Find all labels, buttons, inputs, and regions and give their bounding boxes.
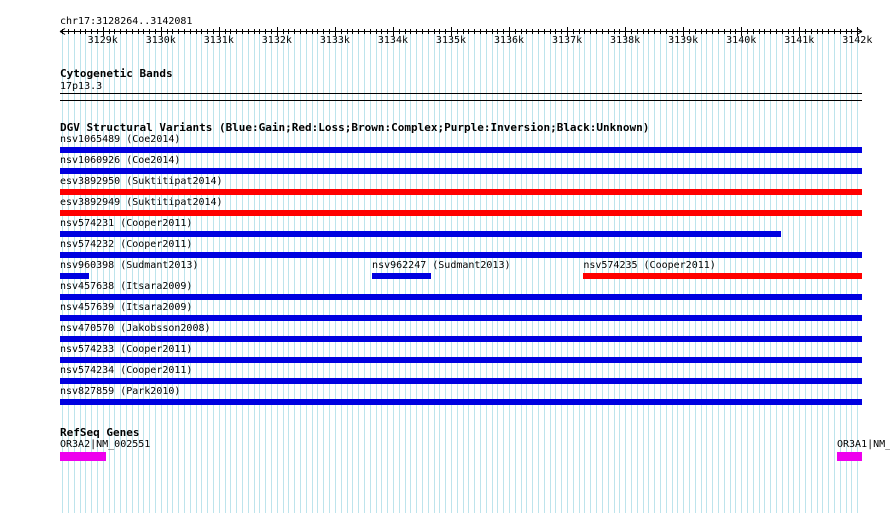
gene-bar[interactable] bbox=[836, 452, 862, 461]
variant-label[interactable]: nsv1065489 (Coe2014) bbox=[60, 134, 180, 145]
variant-bar-gain[interactable] bbox=[60, 252, 862, 258]
variant-bar-gain[interactable] bbox=[60, 147, 862, 153]
ruler-tick-label: 3140k bbox=[726, 35, 757, 46]
cytoband-track-title: Cytogenetic Bands bbox=[60, 67, 173, 80]
ruler-tick-label: 3132k bbox=[261, 35, 292, 46]
refseq-track-title: RefSeq Genes bbox=[60, 426, 140, 439]
variant-bar-loss[interactable] bbox=[60, 210, 862, 216]
gene-label[interactable]: OR3A1|NM_ bbox=[837, 439, 890, 450]
gene-label[interactable]: OR3A2|NM_002551 bbox=[60, 439, 150, 450]
variant-bar-gain[interactable] bbox=[372, 273, 432, 279]
ruler-tick-label: 3131k bbox=[203, 35, 234, 46]
ruler-tick-label: 3130k bbox=[145, 35, 176, 46]
variant-bar-gain[interactable] bbox=[60, 168, 862, 174]
ruler-tick-label: 3134k bbox=[377, 35, 408, 46]
variant-label[interactable]: nsv827859 (Park2010) bbox=[60, 386, 180, 397]
ruler-tick-label: 3142k bbox=[842, 35, 873, 46]
ruler-tick-label: 3135k bbox=[435, 35, 467, 46]
variant-bar-gain[interactable] bbox=[60, 294, 862, 300]
variant-bar-gain[interactable] bbox=[60, 378, 862, 384]
ruler-tick-label: 3138k bbox=[610, 35, 641, 46]
variant-bar-gain[interactable] bbox=[60, 273, 89, 279]
gene-bar[interactable] bbox=[60, 452, 106, 461]
ruler-tick-label: 3139k bbox=[668, 35, 699, 46]
variant-label[interactable]: nsv960398 (Sudmant2013) bbox=[60, 260, 198, 271]
variant-label[interactable]: nsv574231 (Cooper2011) bbox=[60, 218, 192, 229]
ruler-tick-label: 3133k bbox=[319, 35, 350, 46]
variant-label[interactable]: nsv470570 (Jakobsson2008) bbox=[60, 323, 211, 334]
variant-label[interactable]: nsv457638 (Itsara2009) bbox=[60, 281, 192, 292]
ruler-tick-label: 3141k bbox=[784, 35, 815, 46]
dgv-track-title: DGV Structural Variants (Blue:Gain;Red:L… bbox=[60, 121, 650, 134]
cytoband-label[interactable]: 17p13.3 bbox=[60, 81, 102, 92]
variant-bar-gain[interactable] bbox=[60, 399, 862, 405]
cytoband-bottom-line bbox=[60, 100, 862, 101]
variant-label[interactable]: nsv574233 (Cooper2011) bbox=[60, 344, 192, 355]
variant-bar-gain[interactable] bbox=[60, 315, 862, 321]
ruler-tick-label: 3137k bbox=[552, 35, 583, 46]
variant-bar-gain[interactable] bbox=[60, 357, 862, 363]
variant-label[interactable]: nsv962247 (Sudmant2013) bbox=[372, 260, 510, 271]
variant-label[interactable]: nsv1060926 (Coe2014) bbox=[60, 155, 180, 166]
variant-label[interactable]: nsv574235 (Cooper2011) bbox=[583, 260, 715, 271]
variant-label[interactable]: nsv457639 (Itsara2009) bbox=[60, 302, 192, 313]
variant-label[interactable]: nsv574234 (Cooper2011) bbox=[60, 365, 192, 376]
variant-bar-gain[interactable] bbox=[60, 231, 782, 237]
variant-bar-gain[interactable] bbox=[60, 336, 862, 342]
variant-bar-loss[interactable] bbox=[60, 189, 862, 195]
genome-browser-panel: chr17:3128264..3142081 3129k 3130k 3131k 31… bbox=[0, 0, 890, 513]
variant-label[interactable]: nsv574232 (Cooper2011) bbox=[60, 239, 192, 250]
variant-bar-loss[interactable] bbox=[583, 273, 862, 279]
variant-label[interactable]: esv3892949 (Suktitipat2014) bbox=[60, 197, 223, 208]
cytoband-top-line bbox=[60, 93, 862, 94]
ruler-tick-label: 3129k bbox=[87, 35, 118, 46]
ruler-tick-label: 3136k bbox=[493, 35, 525, 46]
variant-label[interactable]: esv3892950 (Suktitipat2014) bbox=[60, 176, 223, 187]
